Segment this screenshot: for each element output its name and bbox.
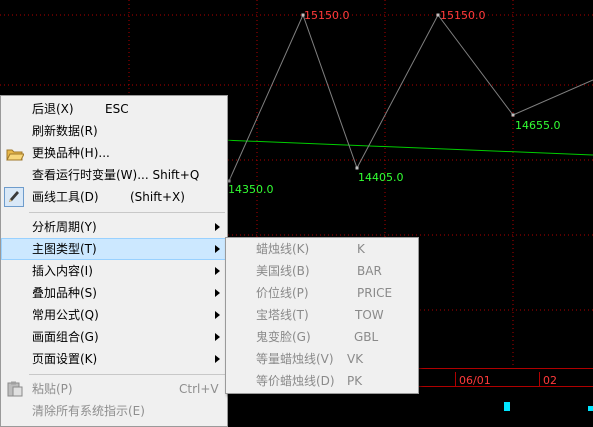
- submenu-item-code: VK: [347, 352, 364, 366]
- cursor-marker: [504, 402, 510, 411]
- submenu-item-code: PRICE: [357, 286, 393, 300]
- menu-item-label: 更换品种(H)...: [32, 146, 110, 160]
- menu-separator: [29, 212, 225, 213]
- menu-item-page-setup[interactable]: 页面设置(K): [1, 348, 227, 370]
- date-tick: [539, 372, 540, 386]
- submenu-item-code: PK: [347, 374, 363, 388]
- menu-item-label: 清除所有系统指示(E): [32, 404, 145, 418]
- submenu-arrow-icon: [215, 311, 220, 319]
- date-label: 02: [543, 374, 557, 387]
- menu-item-label: 查看运行时变量(W)... Shift+Q: [32, 168, 200, 182]
- submenu-item-label: 宝塔线(T): [256, 308, 309, 322]
- submenu-item-price[interactable]: 价位线(P) PRICE: [226, 282, 418, 304]
- submenu-item-code: TOW: [355, 308, 384, 322]
- date-tick: [455, 372, 456, 386]
- submenu-arrow-icon: [215, 355, 220, 363]
- submenu-arrow-icon: [215, 289, 220, 297]
- submenu-arrow-icon: [215, 223, 220, 231]
- menu-item-label: 常用公式(Q): [32, 308, 99, 322]
- pen-icon: [4, 187, 24, 214]
- price-label: 14405.0: [358, 171, 404, 184]
- menu-item-formulas[interactable]: 常用公式(Q): [1, 304, 227, 326]
- menu-item-label: 主图类型(T): [32, 242, 97, 256]
- menu-item-clear-indicators[interactable]: 清除所有系统指示(E): [1, 400, 227, 422]
- menu-item-label: 粘贴(P): [32, 382, 73, 396]
- submenu-arrow-icon: [215, 245, 220, 253]
- chart-type-submenu: 蜡烛线(K) K 美国线(B) BAR 价位线(P) PRICE 宝塔线(T) …: [225, 237, 419, 394]
- submenu-item-equiprice[interactable]: 等价蜡烛线(D) PK: [226, 370, 418, 392]
- menu-item-label: 刷新数据(R): [32, 124, 98, 138]
- menu-item-label: 叠加品种(S): [32, 286, 97, 300]
- price-label: 15150.0: [440, 9, 486, 22]
- submenu-item-code: K: [357, 242, 365, 256]
- menu-item-chart-type[interactable]: 主图类型(T): [1, 238, 227, 260]
- submenu-item-label: 等量蜡烛线(V): [256, 352, 334, 366]
- menu-item-draw-tools[interactable]: 画线工具(D) (Shift+X): [1, 186, 227, 208]
- menu-item-runtime-vars[interactable]: 查看运行时变量(W)... Shift+Q: [1, 164, 227, 186]
- price-markers: [227, 13, 515, 183]
- date-label: 06/01: [459, 374, 491, 387]
- submenu-item-equivolume[interactable]: 等量蜡烛线(V) VK: [226, 348, 418, 370]
- submenu-item-label: 等价蜡烛线(D): [256, 374, 335, 388]
- submenu-item-code: GBL: [354, 330, 379, 344]
- menu-item-label: 画线工具(D): [32, 190, 99, 204]
- submenu-arrow-icon: [215, 333, 220, 341]
- submenu-item-label: 蜡烛线(K): [256, 242, 310, 256]
- menu-item-label: 画面组合(G): [32, 330, 99, 344]
- submenu-item-gbl[interactable]: 鬼变脸(G) GBL: [226, 326, 418, 348]
- menu-item-label: 分析周期(Y): [32, 220, 97, 234]
- price-point: [511, 113, 515, 117]
- menu-item-label: 页面设置(K): [32, 352, 98, 366]
- menu-item-shortcut: ESC: [105, 102, 129, 116]
- menu-item-label: 插入内容(I): [32, 264, 93, 278]
- price-label: 14350.0: [228, 183, 274, 196]
- submenu-item-code: BAR: [357, 264, 382, 278]
- cursor-marker: [588, 406, 593, 411]
- menu-item-shortcut: (Shift+X): [130, 190, 185, 204]
- submenu-item-tower[interactable]: 宝塔线(T) TOW: [226, 304, 418, 326]
- menu-item-back[interactable]: 后退(X) ESC: [1, 98, 227, 120]
- menu-item-paste[interactable]: 粘贴(P) Ctrl+V: [1, 378, 227, 400]
- submenu-item-bar[interactable]: 美国线(B) BAR: [226, 260, 418, 282]
- menu-item-insert[interactable]: 插入内容(I): [1, 260, 227, 282]
- price-point: [355, 166, 359, 170]
- price-label: 14655.0: [515, 119, 561, 132]
- submenu-item-label: 鬼变脸(G): [256, 330, 311, 344]
- menu-item-label: 后退(X): [32, 102, 74, 116]
- menu-item-overlay[interactable]: 叠加品种(S): [1, 282, 227, 304]
- menu-item-refresh[interactable]: 刷新数据(R): [1, 120, 227, 142]
- submenu-item-candlestick[interactable]: 蜡烛线(K) K: [226, 238, 418, 260]
- menu-item-shortcut: Ctrl+V: [179, 382, 219, 396]
- submenu-item-label: 价位线(P): [256, 286, 309, 300]
- price-label: 15150.0: [304, 9, 350, 22]
- menu-item-change-symbol[interactable]: 更换品种(H)...: [1, 142, 227, 164]
- price-line: [228, 13, 593, 182]
- menu-item-layout[interactable]: 画面组合(G): [1, 326, 227, 348]
- menu-separator: [29, 374, 225, 375]
- menu-item-period[interactable]: 分析周期(Y): [1, 216, 227, 238]
- submenu-arrow-icon: [215, 267, 220, 275]
- context-menu: 后退(X) ESC 刷新数据(R) 更换品种(H)... 查看运行时变量(W).…: [0, 95, 228, 427]
- submenu-item-label: 美国线(B): [256, 264, 310, 278]
